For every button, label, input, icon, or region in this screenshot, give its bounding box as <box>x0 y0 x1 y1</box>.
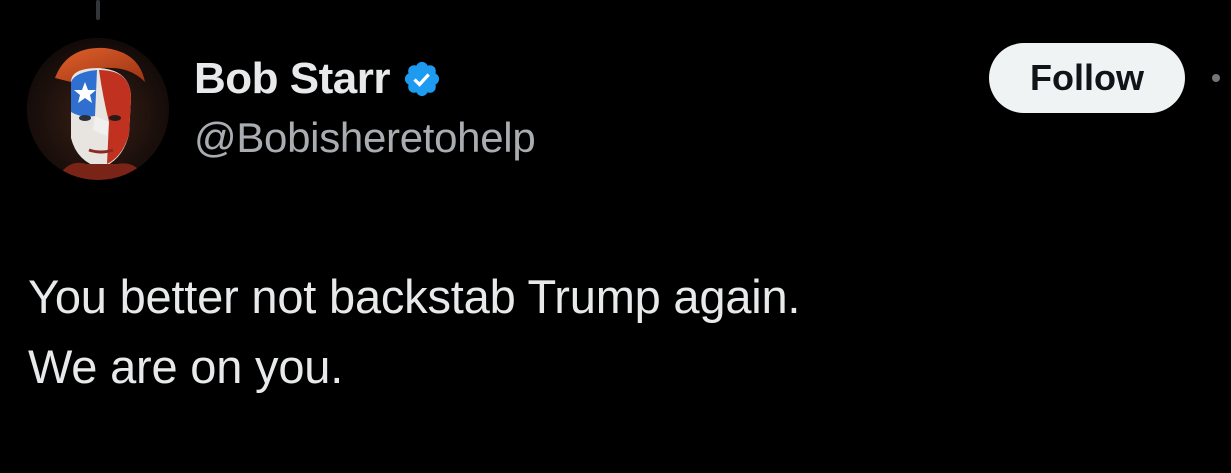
tweet-text: You better not backstab Trump again. We … <box>28 262 800 402</box>
more-options-icon[interactable] <box>1212 74 1220 82</box>
avatar-portrait-image <box>27 38 169 180</box>
follow-button[interactable]: Follow <box>989 43 1185 113</box>
author-handle[interactable]: @Bobisheretohelp <box>194 114 536 162</box>
author-name-row: Bob Starr <box>194 53 442 105</box>
tweet-text-line: We are on you. <box>28 340 344 393</box>
thread-connector-line <box>96 0 100 20</box>
tweet-text-line: You better not backstab Trump again. <box>28 270 801 323</box>
author-display-name[interactable]: Bob Starr <box>194 54 390 104</box>
verified-badge-icon[interactable] <box>402 59 442 99</box>
avatar[interactable] <box>27 38 169 180</box>
tweet-card: Bob Starr @Bobisheretohelp Follow You be… <box>0 0 1231 473</box>
